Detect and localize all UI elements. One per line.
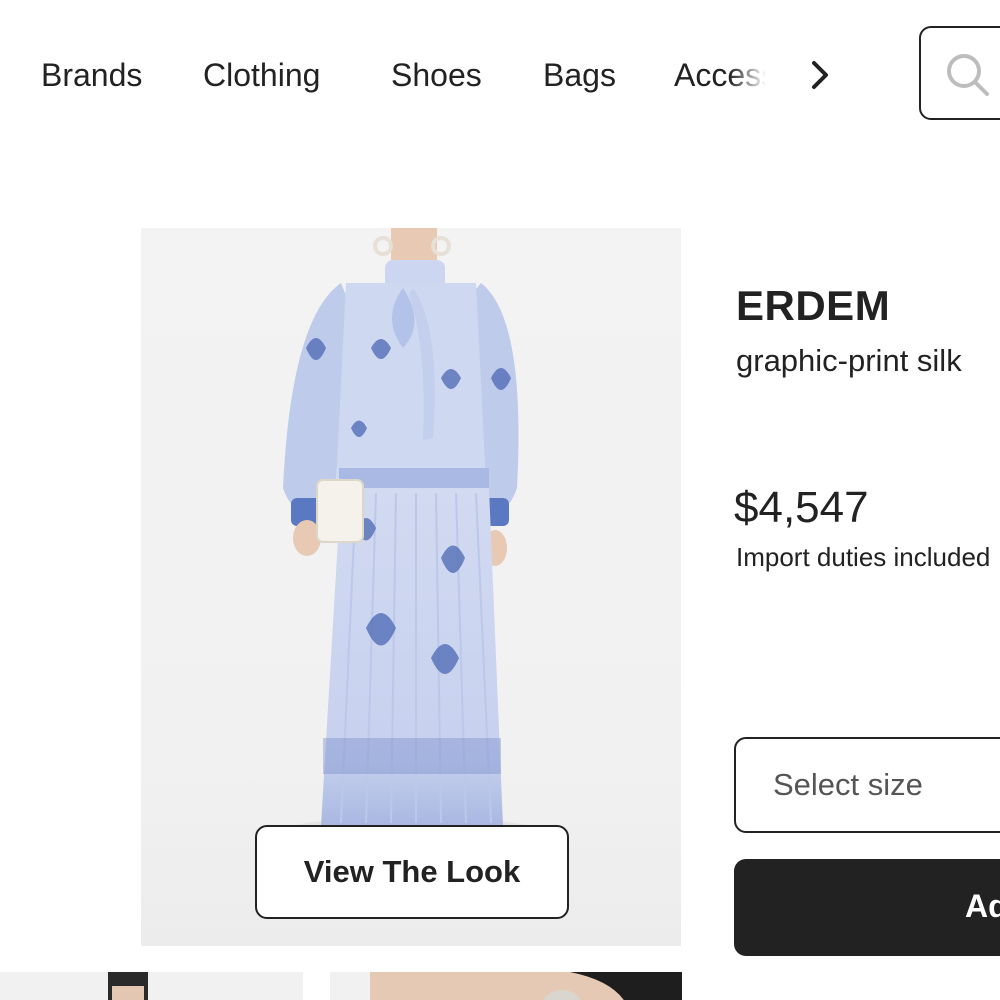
- nav-item-shoes[interactable]: Shoes: [391, 55, 482, 95]
- search-icon: [945, 52, 991, 98]
- top-nav: Brands Clothing Shoes Bags Accessories: [0, 0, 1000, 150]
- product-main-image[interactable]: View The Look: [141, 228, 681, 946]
- brand-name[interactable]: ERDEM: [736, 282, 890, 330]
- product-title: graphic-print silk: [736, 343, 962, 378]
- search-input[interactable]: [919, 26, 1000, 120]
- nav-item-bags[interactable]: Bags: [543, 55, 616, 95]
- size-select[interactable]: Select size: [734, 737, 1000, 833]
- product-price: $4,547: [734, 483, 869, 532]
- view-the-look-button[interactable]: View The Look: [255, 825, 569, 919]
- add-to-bag-button[interactable]: Add: [734, 859, 1000, 956]
- nav-item-accessories[interactable]: Accessories: [674, 55, 766, 95]
- add-to-bag-label: Add: [965, 888, 1000, 924]
- nav-item-clothing[interactable]: Clothing: [203, 55, 320, 95]
- product-thumbnail[interactable]: [330, 972, 682, 1000]
- size-select-placeholder: Select size: [773, 767, 923, 802]
- import-duties-note: Import duties included: [736, 542, 991, 572]
- product-page: Brands Clothing Shoes Bags Accessories: [0, 0, 1000, 1000]
- product-thumbnail[interactable]: [0, 972, 303, 1000]
- chevron-right-icon[interactable]: [803, 55, 839, 95]
- nav-item-brands[interactable]: Brands: [41, 55, 142, 95]
